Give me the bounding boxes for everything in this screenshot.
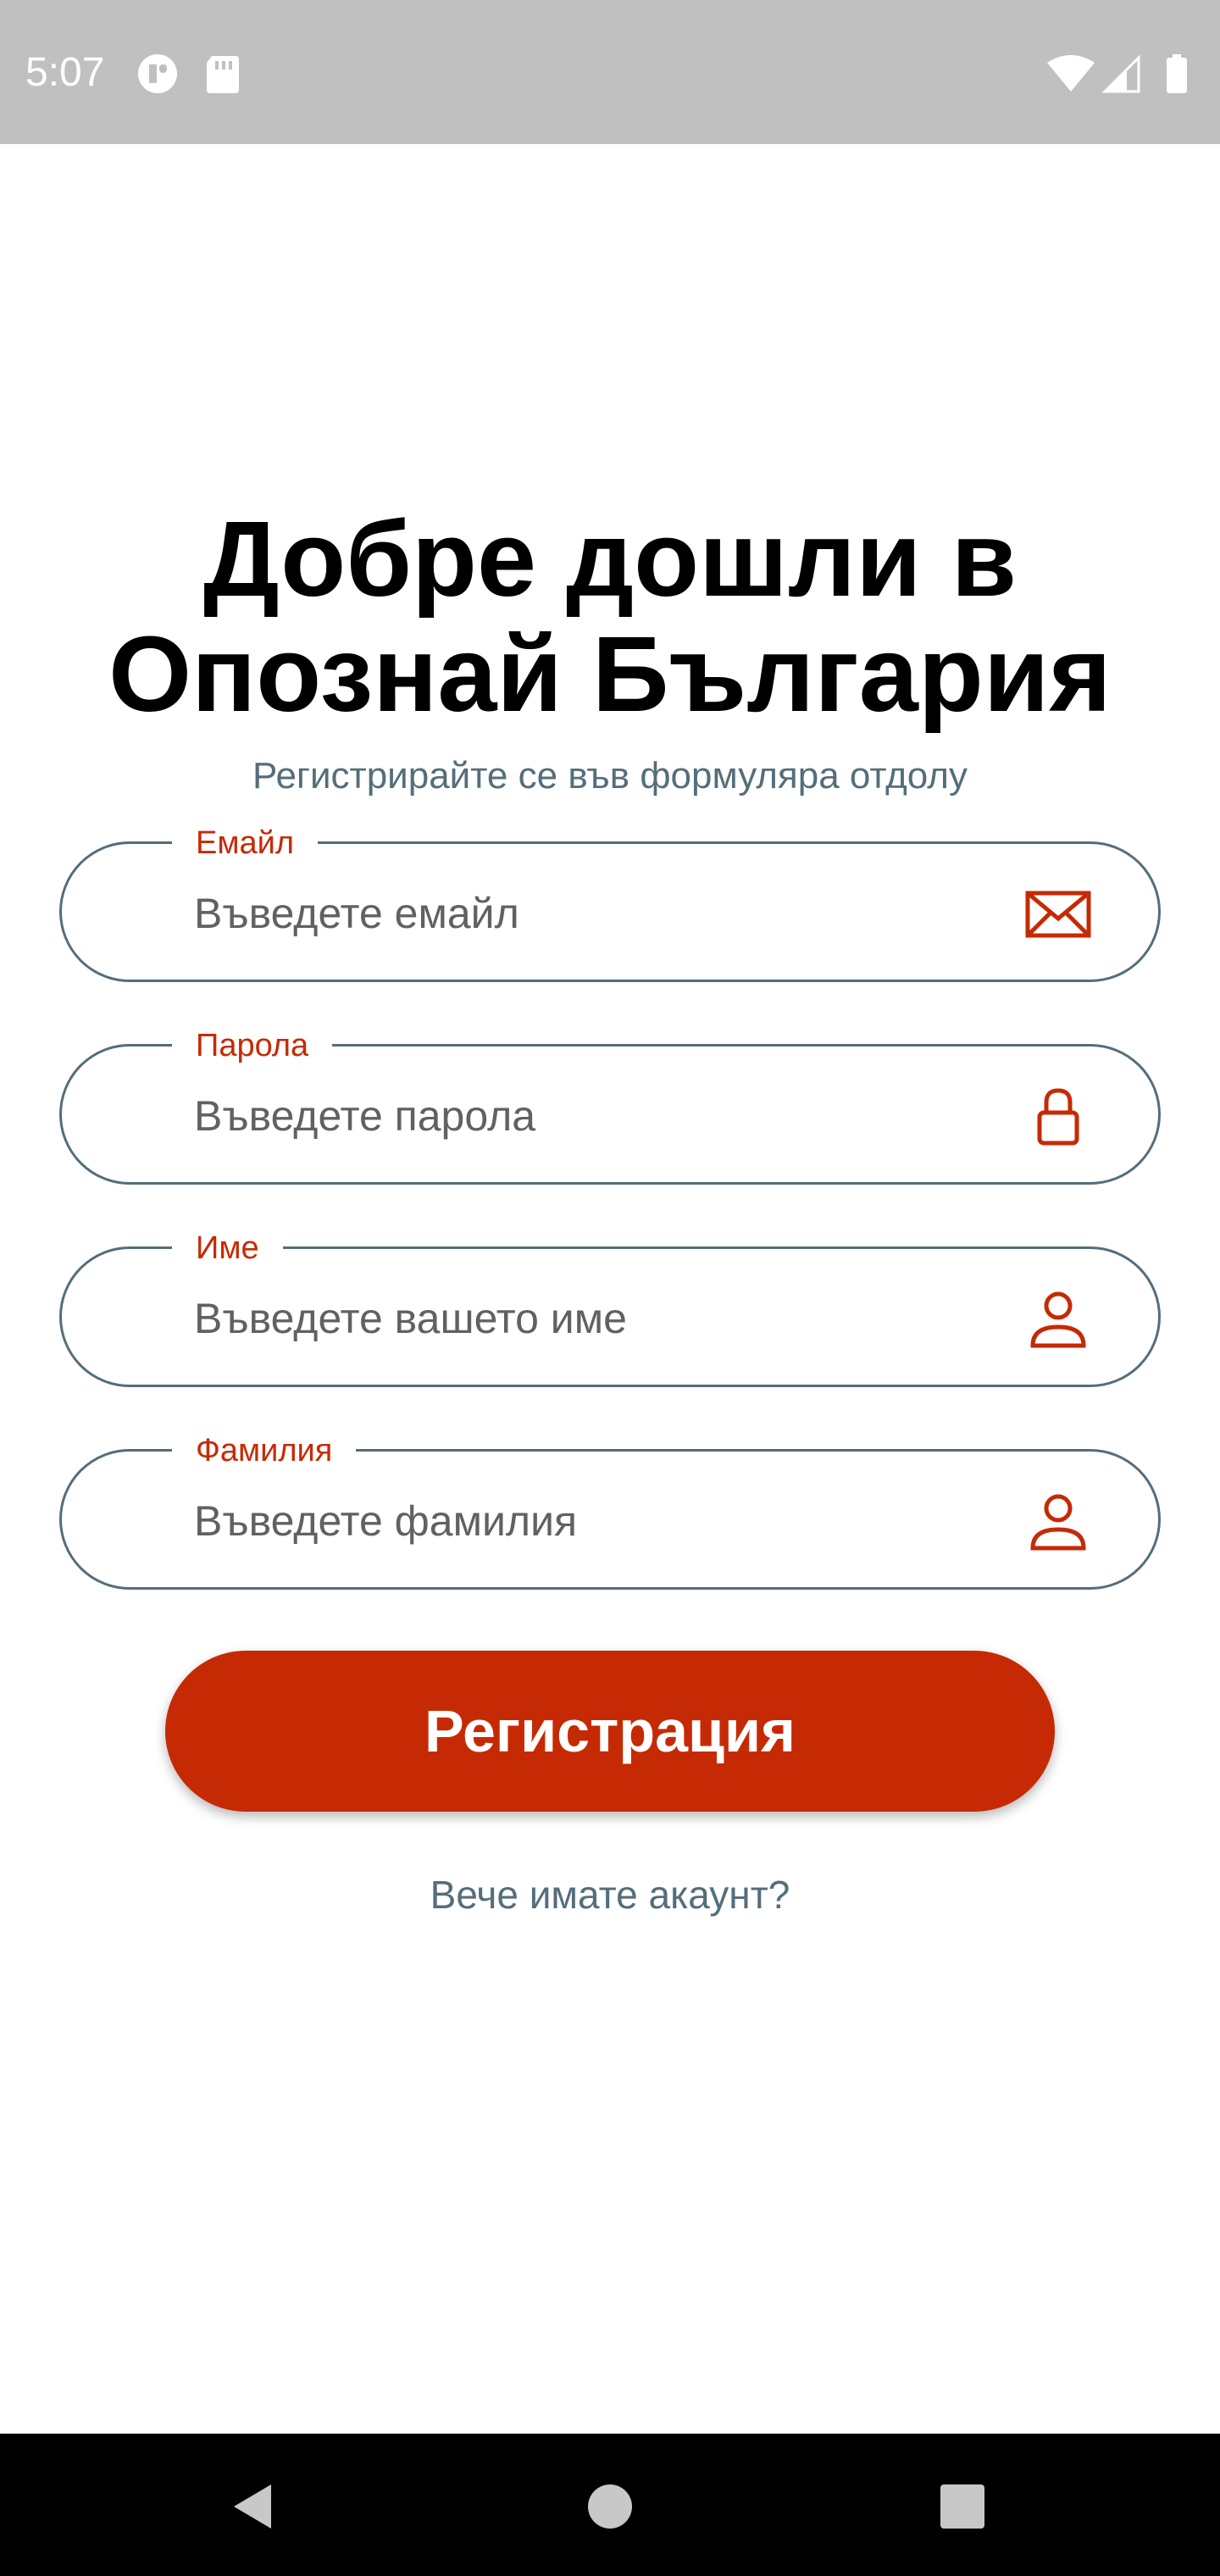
recents-icon[interactable] (937, 2481, 988, 2532)
status-time: 5:07 (25, 50, 105, 95)
status-notification-icons (138, 54, 239, 93)
password-label: Парола (172, 1025, 333, 1066)
vpn-key-icon (138, 54, 177, 93)
email-label: Емайл (172, 823, 319, 863)
status-left-icons (137, 53, 247, 99)
back-icon[interactable] (229, 2481, 280, 2532)
navigation-bar (0, 2434, 1220, 2576)
last-name-input[interactable] (194, 1494, 999, 1548)
first-name-input[interactable] (194, 1291, 999, 1346)
sd-card-icon (207, 56, 239, 93)
mail-icon (1025, 891, 1091, 938)
first-name-field[interactable]: Име (59, 1228, 1161, 1387)
title-line-1: Добре дошли в (202, 499, 1018, 619)
last-name-field[interactable]: Фамилия (59, 1430, 1161, 1590)
status-right-icons (1045, 53, 1198, 99)
email-field[interactable]: Емайл (59, 823, 1161, 982)
status-system-icons (1047, 54, 1187, 93)
person-icon (1030, 1494, 1086, 1551)
password-input[interactable] (194, 1089, 999, 1143)
login-link[interactable]: Вече имате акаунт? (0, 1871, 1220, 1918)
lock-icon (1037, 1088, 1079, 1146)
last-name-label: Фамилия (172, 1430, 357, 1471)
email-input[interactable] (194, 886, 999, 941)
password-field[interactable]: Парола (59, 1025, 1161, 1185)
page-title: Добре дошли в Опознай България (0, 502, 1220, 732)
status-bar: 5:07 (0, 0, 1220, 144)
battery-icon (1167, 54, 1187, 93)
wifi-icon (1047, 55, 1095, 92)
home-icon[interactable] (585, 2481, 635, 2532)
page-subtitle: Регистрирайте се във формуляра отдолу (252, 755, 968, 797)
title-line-2: Опознай България (108, 614, 1112, 734)
person-icon (1030, 1291, 1086, 1348)
first-name-label: Име (172, 1228, 283, 1269)
register-button[interactable]: Регистрация (165, 1651, 1055, 1812)
